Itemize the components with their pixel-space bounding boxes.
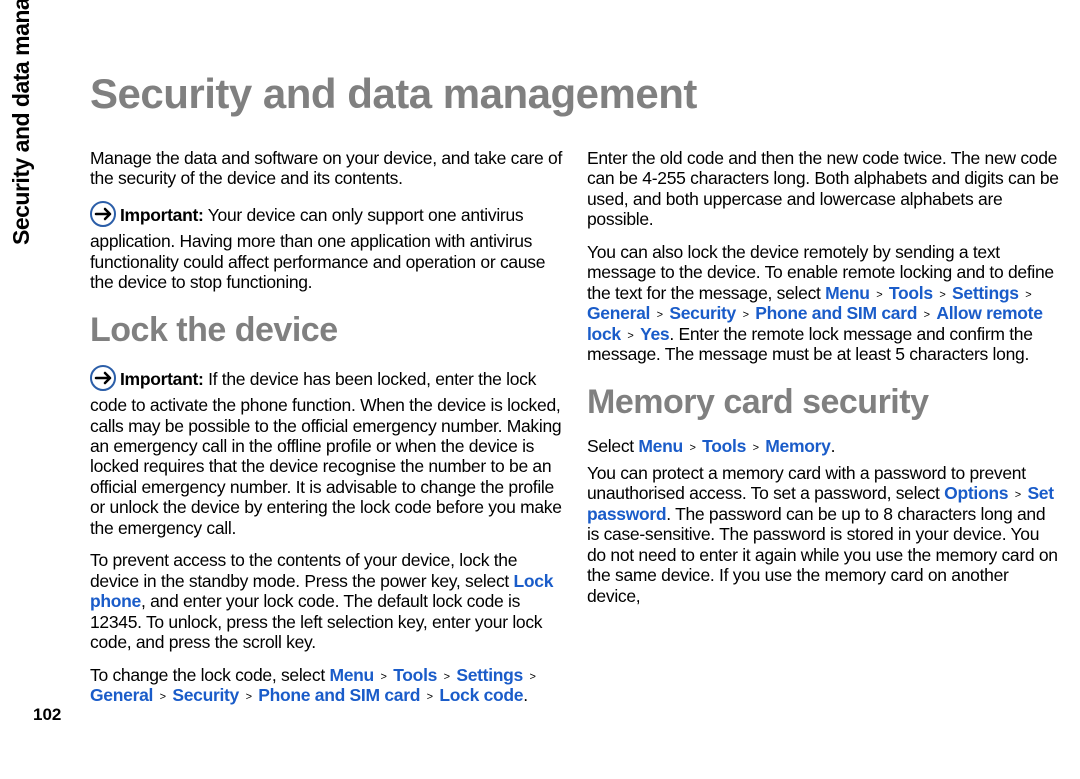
important-note-1: Important: Your device can only support … [90, 201, 563, 293]
chevron-right-icon: > [753, 442, 759, 455]
page-title: Security and data management [90, 70, 1060, 118]
chevron-right-icon: > [1025, 289, 1031, 302]
heading-memory-card: Memory card security [587, 383, 1060, 423]
page: Security and data management 102 Securit… [0, 0, 1080, 779]
important-note-2: Important: If the device has been locked… [90, 365, 563, 539]
important-icon [90, 201, 116, 231]
memory-select-path: Select Menu > Tools > Memory. [587, 436, 1060, 456]
chevron-right-icon: > [689, 442, 695, 455]
nav-menu: Menu [638, 436, 683, 456]
nav-general: General [90, 685, 153, 705]
page-number: 102 [33, 705, 61, 725]
important-icon [90, 365, 116, 395]
content-area: Security and data management Manage the … [90, 70, 1060, 718]
nav-lock-code: Lock code [439, 685, 523, 705]
nav-phone-sim: Phone and SIM card [258, 685, 420, 705]
chevron-right-icon: > [924, 309, 930, 322]
two-column-body: Manage the data and software on your dev… [90, 148, 1060, 718]
lock-prevent-access-paragraph: To prevent access to the contents of you… [90, 550, 563, 652]
nav-settings: Settings [456, 665, 523, 685]
nav-options: Options [944, 483, 1008, 503]
chevron-right-icon: > [427, 691, 433, 704]
chevron-right-icon: > [939, 289, 945, 302]
nav-tools: Tools [393, 665, 437, 685]
chevron-right-icon: > [627, 330, 633, 343]
nav-general: General [587, 303, 650, 323]
chapter-side-label: Security and data management [10, 0, 33, 245]
lock-remote-paragraph: You can also lock the device remotely by… [587, 242, 1060, 365]
chevron-right-icon: > [1015, 489, 1021, 502]
chevron-right-icon: > [530, 671, 536, 684]
chevron-right-icon: > [743, 309, 749, 322]
nav-menu: Menu [329, 665, 374, 685]
important-label: Important: [120, 369, 204, 389]
important-label: Important: [120, 205, 204, 225]
intro-paragraph: Manage the data and software on your dev… [90, 148, 563, 189]
nav-security: Security [172, 685, 239, 705]
heading-lock-device: Lock the device [90, 311, 563, 351]
chevron-right-icon: > [444, 671, 450, 684]
nav-tools: Tools [889, 283, 933, 303]
lock-the-device-section: Lock the device Important: If the device… [90, 311, 563, 539]
nav-phone-sim: Phone and SIM card [755, 303, 917, 323]
chevron-right-icon: > [876, 289, 882, 302]
nav-tools: Tools [702, 436, 746, 456]
chevron-right-icon: > [246, 691, 252, 704]
nav-memory: Memory [765, 436, 830, 456]
nav-yes: Yes [640, 324, 669, 344]
chevron-right-icon: > [657, 309, 663, 322]
chevron-right-icon: > [381, 671, 387, 684]
nav-settings: Settings [952, 283, 1019, 303]
nav-security: Security [669, 303, 736, 323]
memory-protect-paragraph: You can protect a memory card with a pas… [587, 463, 1060, 606]
nav-menu: Menu [825, 283, 870, 303]
chevron-right-icon: > [160, 691, 166, 704]
